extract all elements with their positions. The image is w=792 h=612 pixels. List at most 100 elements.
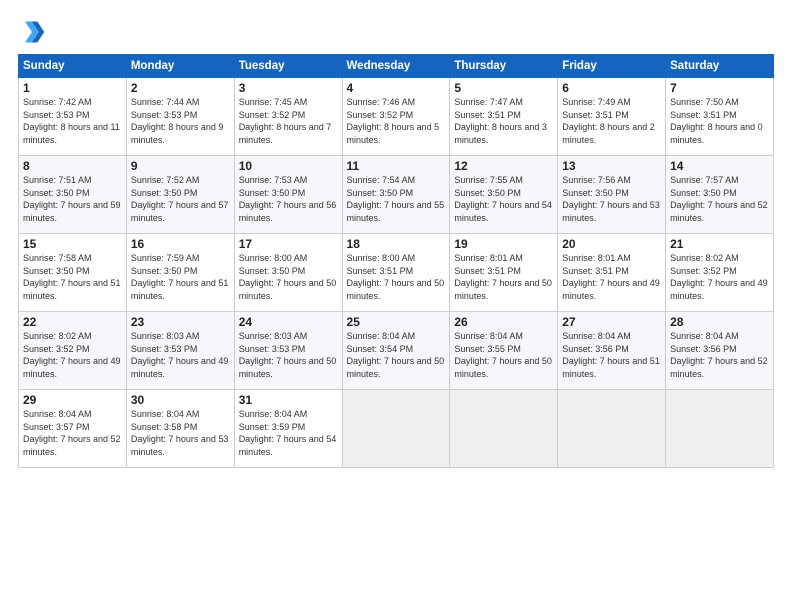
day-cell: 30Sunrise: 8:04 AM Sunset: 3:58 PM Dayli… [126, 390, 234, 468]
day-cell: 29Sunrise: 8:04 AM Sunset: 3:57 PM Dayli… [19, 390, 127, 468]
day-info: Sunrise: 8:04 AM Sunset: 3:55 PM Dayligh… [454, 330, 553, 380]
week-row-5: 29Sunrise: 8:04 AM Sunset: 3:57 PM Dayli… [19, 390, 774, 468]
day-number: 29 [23, 393, 122, 407]
day-cell: 4Sunrise: 7:46 AM Sunset: 3:52 PM Daylig… [342, 78, 450, 156]
day-number: 26 [454, 315, 553, 329]
header-cell-monday: Monday [126, 55, 234, 78]
week-row-4: 22Sunrise: 8:02 AM Sunset: 3:52 PM Dayli… [19, 312, 774, 390]
day-number: 7 [670, 81, 769, 95]
day-info: Sunrise: 7:44 AM Sunset: 3:53 PM Dayligh… [131, 96, 230, 146]
day-cell [558, 390, 666, 468]
day-cell [342, 390, 450, 468]
day-number: 25 [347, 315, 446, 329]
calendar-page: SundayMondayTuesdayWednesdayThursdayFrid… [0, 0, 792, 612]
day-cell: 25Sunrise: 8:04 AM Sunset: 3:54 PM Dayli… [342, 312, 450, 390]
day-number: 15 [23, 237, 122, 251]
day-number: 17 [239, 237, 338, 251]
day-cell: 24Sunrise: 8:03 AM Sunset: 3:53 PM Dayli… [234, 312, 342, 390]
day-cell: 15Sunrise: 7:58 AM Sunset: 3:50 PM Dayli… [19, 234, 127, 312]
day-info: Sunrise: 8:01 AM Sunset: 3:51 PM Dayligh… [562, 252, 661, 302]
day-info: Sunrise: 7:51 AM Sunset: 3:50 PM Dayligh… [23, 174, 122, 224]
day-info: Sunrise: 8:03 AM Sunset: 3:53 PM Dayligh… [239, 330, 338, 380]
header-cell-friday: Friday [558, 55, 666, 78]
calendar-body: 1Sunrise: 7:42 AM Sunset: 3:53 PM Daylig… [19, 78, 774, 468]
day-number: 22 [23, 315, 122, 329]
day-number: 5 [454, 81, 553, 95]
day-number: 12 [454, 159, 553, 173]
day-info: Sunrise: 8:00 AM Sunset: 3:50 PM Dayligh… [239, 252, 338, 302]
week-row-1: 1Sunrise: 7:42 AM Sunset: 3:53 PM Daylig… [19, 78, 774, 156]
day-cell: 18Sunrise: 8:00 AM Sunset: 3:51 PM Dayli… [342, 234, 450, 312]
day-info: Sunrise: 7:55 AM Sunset: 3:50 PM Dayligh… [454, 174, 553, 224]
day-number: 19 [454, 237, 553, 251]
day-info: Sunrise: 7:57 AM Sunset: 3:50 PM Dayligh… [670, 174, 769, 224]
day-cell: 17Sunrise: 8:00 AM Sunset: 3:50 PM Dayli… [234, 234, 342, 312]
day-info: Sunrise: 7:47 AM Sunset: 3:51 PM Dayligh… [454, 96, 553, 146]
day-info: Sunrise: 7:49 AM Sunset: 3:51 PM Dayligh… [562, 96, 661, 146]
header-cell-wednesday: Wednesday [342, 55, 450, 78]
day-cell: 6Sunrise: 7:49 AM Sunset: 3:51 PM Daylig… [558, 78, 666, 156]
header-row: SundayMondayTuesdayWednesdayThursdayFrid… [19, 55, 774, 78]
day-cell: 13Sunrise: 7:56 AM Sunset: 3:50 PM Dayli… [558, 156, 666, 234]
day-cell: 12Sunrise: 7:55 AM Sunset: 3:50 PM Dayli… [450, 156, 558, 234]
day-number: 10 [239, 159, 338, 173]
header [18, 18, 774, 46]
day-cell: 14Sunrise: 7:57 AM Sunset: 3:50 PM Dayli… [666, 156, 774, 234]
day-cell: 11Sunrise: 7:54 AM Sunset: 3:50 PM Dayli… [342, 156, 450, 234]
day-number: 13 [562, 159, 661, 173]
day-info: Sunrise: 8:04 AM Sunset: 3:57 PM Dayligh… [23, 408, 122, 458]
day-cell: 21Sunrise: 8:02 AM Sunset: 3:52 PM Dayli… [666, 234, 774, 312]
day-cell: 5Sunrise: 7:47 AM Sunset: 3:51 PM Daylig… [450, 78, 558, 156]
day-number: 27 [562, 315, 661, 329]
day-cell [450, 390, 558, 468]
day-info: Sunrise: 7:50 AM Sunset: 3:51 PM Dayligh… [670, 96, 769, 146]
day-cell: 7Sunrise: 7:50 AM Sunset: 3:51 PM Daylig… [666, 78, 774, 156]
day-cell: 1Sunrise: 7:42 AM Sunset: 3:53 PM Daylig… [19, 78, 127, 156]
day-info: Sunrise: 8:03 AM Sunset: 3:53 PM Dayligh… [131, 330, 230, 380]
calendar-table: SundayMondayTuesdayWednesdayThursdayFrid… [18, 54, 774, 468]
day-number: 20 [562, 237, 661, 251]
header-cell-thursday: Thursday [450, 55, 558, 78]
day-cell: 20Sunrise: 8:01 AM Sunset: 3:51 PM Dayli… [558, 234, 666, 312]
day-number: 23 [131, 315, 230, 329]
day-info: Sunrise: 7:59 AM Sunset: 3:50 PM Dayligh… [131, 252, 230, 302]
day-number: 1 [23, 81, 122, 95]
day-info: Sunrise: 8:04 AM Sunset: 3:56 PM Dayligh… [670, 330, 769, 380]
day-info: Sunrise: 8:04 AM Sunset: 3:58 PM Dayligh… [131, 408, 230, 458]
day-cell: 9Sunrise: 7:52 AM Sunset: 3:50 PM Daylig… [126, 156, 234, 234]
day-info: Sunrise: 8:02 AM Sunset: 3:52 PM Dayligh… [670, 252, 769, 302]
day-info: Sunrise: 8:04 AM Sunset: 3:54 PM Dayligh… [347, 330, 446, 380]
day-number: 2 [131, 81, 230, 95]
day-cell [666, 390, 774, 468]
day-cell: 31Sunrise: 8:04 AM Sunset: 3:59 PM Dayli… [234, 390, 342, 468]
day-number: 8 [23, 159, 122, 173]
day-info: Sunrise: 7:46 AM Sunset: 3:52 PM Dayligh… [347, 96, 446, 146]
day-info: Sunrise: 8:04 AM Sunset: 3:56 PM Dayligh… [562, 330, 661, 380]
day-number: 18 [347, 237, 446, 251]
day-number: 11 [347, 159, 446, 173]
day-cell: 19Sunrise: 8:01 AM Sunset: 3:51 PM Dayli… [450, 234, 558, 312]
day-number: 6 [562, 81, 661, 95]
day-info: Sunrise: 7:42 AM Sunset: 3:53 PM Dayligh… [23, 96, 122, 146]
day-info: Sunrise: 8:01 AM Sunset: 3:51 PM Dayligh… [454, 252, 553, 302]
day-cell: 27Sunrise: 8:04 AM Sunset: 3:56 PM Dayli… [558, 312, 666, 390]
day-info: Sunrise: 7:54 AM Sunset: 3:50 PM Dayligh… [347, 174, 446, 224]
day-info: Sunrise: 7:53 AM Sunset: 3:50 PM Dayligh… [239, 174, 338, 224]
day-number: 30 [131, 393, 230, 407]
day-number: 9 [131, 159, 230, 173]
day-info: Sunrise: 8:02 AM Sunset: 3:52 PM Dayligh… [23, 330, 122, 380]
calendar-header: SundayMondayTuesdayWednesdayThursdayFrid… [19, 55, 774, 78]
day-cell: 3Sunrise: 7:45 AM Sunset: 3:52 PM Daylig… [234, 78, 342, 156]
day-cell: 26Sunrise: 8:04 AM Sunset: 3:55 PM Dayli… [450, 312, 558, 390]
logo-icon [18, 18, 46, 46]
day-cell: 22Sunrise: 8:02 AM Sunset: 3:52 PM Dayli… [19, 312, 127, 390]
day-cell: 28Sunrise: 8:04 AM Sunset: 3:56 PM Dayli… [666, 312, 774, 390]
day-number: 21 [670, 237, 769, 251]
day-cell: 10Sunrise: 7:53 AM Sunset: 3:50 PM Dayli… [234, 156, 342, 234]
header-cell-tuesday: Tuesday [234, 55, 342, 78]
day-info: Sunrise: 8:00 AM Sunset: 3:51 PM Dayligh… [347, 252, 446, 302]
day-number: 3 [239, 81, 338, 95]
day-info: Sunrise: 7:52 AM Sunset: 3:50 PM Dayligh… [131, 174, 230, 224]
day-number: 24 [239, 315, 338, 329]
day-info: Sunrise: 7:58 AM Sunset: 3:50 PM Dayligh… [23, 252, 122, 302]
